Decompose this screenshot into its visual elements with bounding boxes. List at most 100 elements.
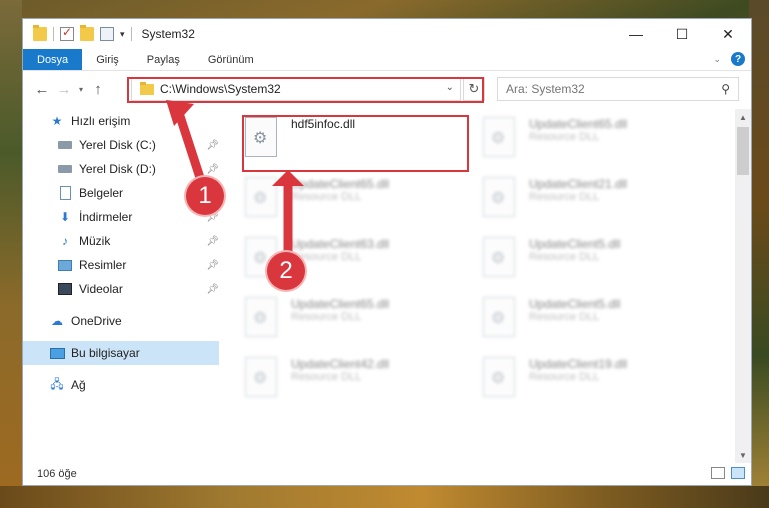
file-type: Resource DLL: [291, 371, 362, 383]
forward-arrow-icon[interactable]: →: [53, 81, 75, 98]
nav-network[interactable]: 🖧︎ Ağ: [23, 373, 219, 397]
toolbar-separator: [53, 27, 54, 41]
tab-home[interactable]: Giriş: [82, 49, 133, 70]
new-folder-icon[interactable]: [80, 25, 94, 41]
videos-icon: [57, 282, 73, 296]
nav-this-pc[interactable]: Bu bilgisayar: [23, 341, 219, 365]
checkmark-icon[interactable]: [60, 25, 74, 41]
maximize-button[interactable]: ☐: [659, 19, 705, 49]
nav-videos[interactable]: Videolar 📌︎: [23, 277, 219, 301]
tab-view[interactable]: Görünüm: [194, 49, 268, 70]
dll-file-icon: [483, 117, 515, 157]
file-type: Resource DLL: [529, 191, 600, 203]
file-item[interactable]: UpdateClient65.dllResource DLL: [483, 117, 627, 157]
cloud-icon: ☁: [51, 314, 63, 328]
desktop-background-bottom: [0, 486, 769, 508]
file-highlight: [242, 115, 469, 172]
file-name: UpdateClient5.dll: [529, 297, 621, 311]
file-name: UpdateClient65.dll: [291, 297, 390, 311]
dll-file-icon: [483, 237, 515, 277]
callout-badge-one: 1: [186, 177, 224, 215]
scroll-down-arrow[interactable]: ▼: [735, 447, 751, 463]
file-type: Resource DLL: [291, 311, 362, 323]
file-item[interactable]: UpdateClient65.dllResource DLL: [245, 297, 389, 337]
customize-dropdown-icon[interactable]: ▾: [120, 29, 125, 40]
star-icon: ★: [51, 114, 63, 128]
nav-label: Bu bilgisayar: [71, 346, 140, 360]
large-icons-view-icon[interactable]: [731, 467, 745, 479]
file-type: Resource DLL: [529, 131, 600, 143]
dll-file-icon: [483, 297, 515, 337]
pin-icon: 📌︎: [206, 283, 219, 295]
drive-icon: [57, 162, 73, 176]
download-icon: ⬇: [59, 210, 71, 224]
details-view-icon[interactable]: [711, 467, 725, 479]
file-type: Resource DLL: [529, 251, 600, 263]
title-bar: ▾ System32 — ☐ ✕: [23, 19, 751, 49]
window-controls: — ☐ ✕: [613, 19, 751, 49]
back-arrow-icon[interactable]: ←: [31, 81, 53, 98]
folder-icon: [33, 25, 47, 41]
nav-label: Müzik: [79, 234, 111, 248]
file-item[interactable]: UpdateClient42.dllResource DLL: [245, 357, 389, 397]
file-item[interactable]: UpdateClient5.dllResource DLL: [483, 297, 620, 337]
help-icon[interactable]: ?: [731, 52, 745, 66]
expand-ribbon-icon[interactable]: ⌄: [713, 54, 721, 65]
scroll-up-arrow[interactable]: ▲: [735, 109, 751, 125]
ribbon-right: ⌄ ?: [713, 52, 745, 66]
pin-icon: 📌︎: [206, 259, 219, 271]
file-name: UpdateClient42.dll: [291, 357, 390, 371]
file-name: UpdateClient5.dll: [529, 237, 621, 251]
music-icon: ♪: [62, 234, 68, 248]
file-item[interactable]: UpdateClient65.dllResource DLL: [245, 177, 389, 217]
tab-share[interactable]: Paylaş: [133, 49, 194, 70]
document-icon: [57, 186, 73, 200]
dll-file-icon: [245, 357, 277, 397]
nav-music[interactable]: ♪ Müzik 📌︎: [23, 229, 219, 253]
vertical-scrollbar[interactable]: ▲ ▼: [735, 109, 751, 463]
file-name: UpdateClient19.dll: [529, 357, 628, 371]
scrollbar-thumb[interactable]: [737, 127, 749, 175]
status-bar: 106 öğe: [23, 463, 751, 485]
recent-locations-dropdown[interactable]: ▾: [75, 85, 87, 94]
window-title: System32: [141, 27, 195, 41]
computer-icon: [49, 346, 65, 360]
nav-label: Resimler: [79, 258, 127, 272]
dll-file-icon: [245, 297, 277, 337]
nav-pictures[interactable]: Resimler 📌︎: [23, 253, 219, 277]
pin-icon: 📌︎: [206, 235, 219, 247]
dll-file-icon: [483, 357, 515, 397]
tab-file[interactable]: Dosya: [23, 49, 83, 70]
nav-label: İndirmeler: [79, 210, 133, 224]
nav-downloads[interactable]: ⬇ İndirmeler 📌︎: [23, 205, 219, 229]
search-box[interactable]: ⚲: [497, 77, 739, 101]
search-input[interactable]: [506, 82, 706, 96]
network-icon: 🖧︎: [50, 376, 64, 391]
pictures-icon: [57, 258, 73, 272]
properties-icon[interactable]: [100, 27, 114, 41]
nav-onedrive[interactable]: ☁ OneDrive: [23, 309, 219, 333]
file-name: UpdateClient65.dll: [529, 117, 628, 131]
search-icon[interactable]: ⚲: [721, 82, 730, 96]
drive-icon: [57, 138, 73, 152]
minimize-button[interactable]: —: [613, 19, 659, 49]
view-switcher: [711, 467, 745, 479]
file-type: Resource DLL: [529, 371, 600, 383]
quick-access-toolbar: ▾: [23, 25, 132, 41]
item-count: 106 öğe: [37, 468, 77, 480]
nav-label: OneDrive: [71, 314, 122, 328]
nav-label: Videolar: [79, 282, 123, 296]
nav-label: Belgeler: [79, 186, 124, 200]
toolbar-separator: [130, 27, 132, 41]
file-item[interactable]: UpdateClient21.dllResource DLL: [483, 177, 627, 217]
file-item[interactable]: UpdateClient5.dllResource DLL: [483, 237, 620, 277]
file-item[interactable]: UpdateClient19.dllResource DLL: [483, 357, 627, 397]
ribbon-tabs: Dosya Giriş Paylaş Görünüm ⌄ ?: [23, 49, 751, 71]
up-arrow-icon[interactable]: ↑: [87, 81, 109, 98]
close-button[interactable]: ✕: [705, 19, 751, 49]
desktop-background-left: [0, 0, 22, 508]
nav-label: Yerel Disk (C:): [79, 138, 156, 152]
